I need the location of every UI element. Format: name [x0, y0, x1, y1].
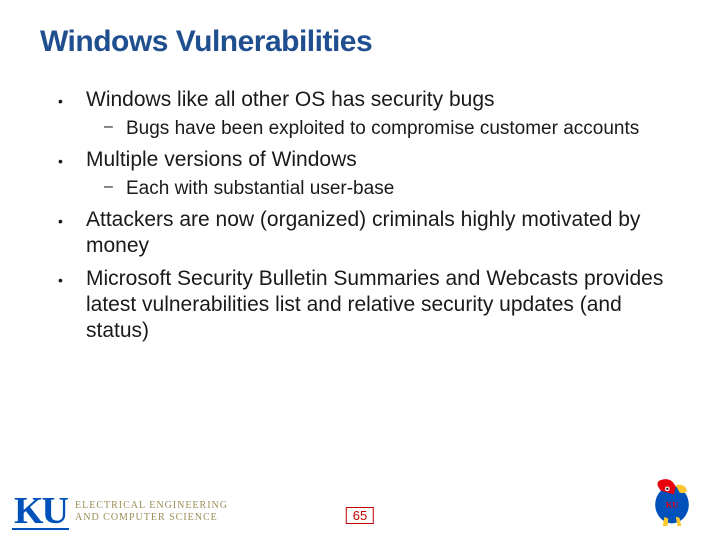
sub-bullet-text: Each with substantial user-base: [126, 178, 394, 199]
slide: Windows Vulnerabilities Windows like all…: [0, 0, 720, 540]
bullet-list: Windows like all other OS has security b…: [40, 87, 680, 344]
slide-content: Windows like all other OS has security b…: [40, 87, 680, 344]
bullet-item: Multiple versions of Windows Each with s…: [58, 147, 680, 201]
bullet-text: Microsoft Security Bulletin Summaries an…: [86, 267, 663, 343]
bullet-item: Microsoft Security Bulletin Summaries an…: [58, 266, 680, 345]
ku-wordmark: KU: [12, 494, 69, 530]
department-name: ELECTRICAL ENGINEERING AND COMPUTER SCIE…: [75, 500, 228, 524]
sub-bullet-list: Bugs have been exploited to compromise c…: [86, 117, 680, 141]
bullet-text: Windows like all other OS has security b…: [86, 88, 495, 111]
sub-bullet-item: Bugs have been exploited to compromise c…: [104, 117, 680, 141]
svg-text:KU: KU: [666, 500, 679, 509]
dept-line: AND COMPUTER SCIENCE: [75, 512, 228, 524]
page-number: 65: [346, 507, 374, 524]
ku-logo: KU ELECTRICAL ENGINEERING AND COMPUTER S…: [12, 494, 228, 530]
slide-title: Windows Vulnerabilities: [40, 25, 680, 59]
footer: KU ELECTRICAL ENGINEERING AND COMPUTER S…: [0, 470, 720, 530]
sub-bullet-list: Each with substantial user-base: [86, 177, 680, 201]
dept-line: ELECTRICAL ENGINEERING: [75, 500, 228, 512]
sub-bullet-item: Each with substantial user-base: [104, 177, 680, 201]
bullet-text: Multiple versions of Windows: [86, 148, 357, 171]
sub-bullet-text: Bugs have been exploited to compromise c…: [126, 118, 639, 139]
bullet-item: Windows like all other OS has security b…: [58, 87, 680, 141]
bullet-text: Attackers are now (organized) criminals …: [86, 208, 640, 257]
bullet-item: Attackers are now (organized) criminals …: [58, 207, 680, 260]
jayhawk-icon: KU: [644, 472, 700, 528]
